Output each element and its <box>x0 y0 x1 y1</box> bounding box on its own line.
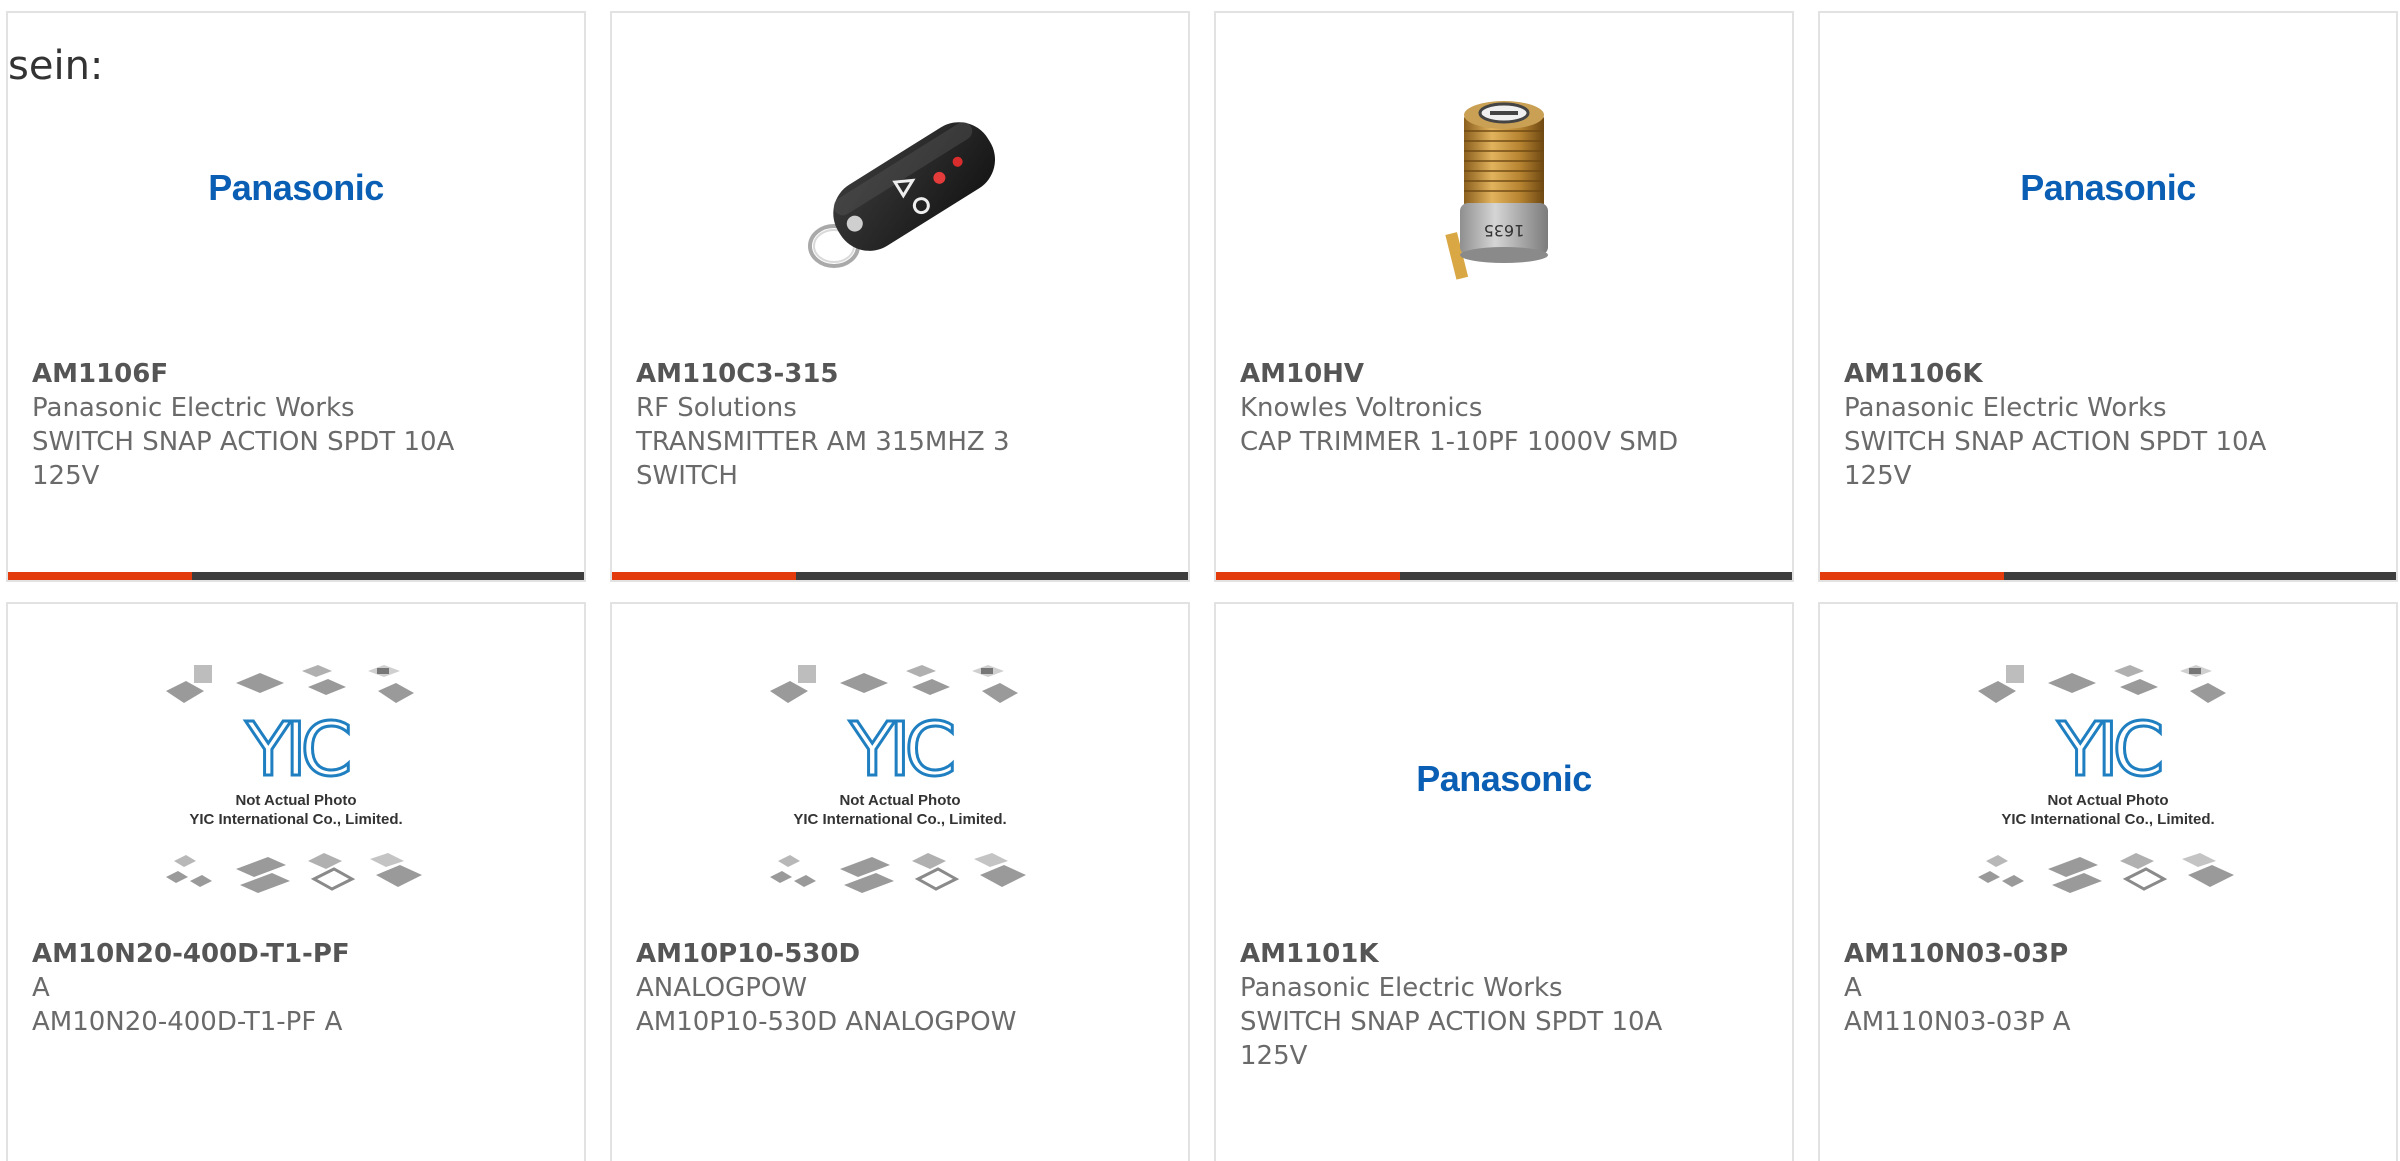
product-description: CAP TRIMMER 1-10PF 1000V SMD <box>1240 427 1679 457</box>
product-manufacturer: ANALOGPOW <box>636 973 808 1003</box>
remote-transmitter-photo <box>808 122 996 268</box>
product-image[interactable]: YIC Not Actual Photo YIC International C… <box>1820 664 2396 894</box>
product-image[interactable] <box>612 73 1188 303</box>
product-card[interactable]: Panasonic AM1101K Panasonic Electric Wor… <box>1214 602 1794 1161</box>
product-image[interactable]: 1635 <box>1216 73 1792 303</box>
chip-icons <box>770 853 1026 893</box>
card-accent-bar <box>8 572 192 580</box>
product-part-number[interactable]: AM110N03-03P <box>1844 937 2284 971</box>
yic-placeholder-image: YIC Not Actual Photo YIC International C… <box>1968 659 2248 899</box>
product-image[interactable]: Panasonic <box>8 73 584 303</box>
yic-logo: YIC <box>2056 707 2166 793</box>
product-manufacturer: Panasonic Electric Works <box>1844 393 2167 423</box>
chip-icons <box>1978 665 2226 703</box>
product-manufacturer: Panasonic Electric Works <box>32 393 355 423</box>
product-part-number[interactable]: AM1101K <box>1240 937 1680 971</box>
card-bottom-bar <box>612 572 1188 580</box>
card-bottom-bar <box>8 572 584 580</box>
card-bottom-bar <box>1216 572 1792 580</box>
yic-placeholder-image: YIC Not Actual Photo YIC International C… <box>760 659 1040 899</box>
product-description: SWITCH SNAP ACTION SPDT 10A 125V <box>1844 427 2267 491</box>
product-image[interactable]: Panasonic <box>1216 664 1792 894</box>
intro-text: sein: <box>8 43 104 89</box>
yic-placeholder-image: YIC Not Actual Photo YIC International C… <box>156 659 436 899</box>
panasonic-logo: Panasonic <box>2020 167 2196 208</box>
card-accent-bar <box>1216 572 1400 580</box>
product-manufacturer: A <box>1844 973 1862 1003</box>
yic-logo: YIC <box>848 707 958 793</box>
product-card[interactable]: YIC Not Actual Photo YIC International C… <box>6 602 586 1161</box>
chip-icons <box>166 853 422 893</box>
product-description: SWITCH SNAP ACTION SPDT 10A 125V <box>32 427 455 491</box>
product-manufacturer: Knowles Voltronics <box>1240 393 1483 423</box>
product-manufacturer: RF Solutions <box>636 393 797 423</box>
product-part-number[interactable]: AM1106F <box>32 357 472 391</box>
card-accent-bar <box>1820 572 2004 580</box>
panasonic-logo: Panasonic <box>1416 758 1592 799</box>
chip-icons <box>770 665 1018 703</box>
panasonic-logo: Panasonic <box>208 167 384 208</box>
product-card[interactable]: YIC Not Actual Photo YIC International C… <box>610 602 1190 1161</box>
product-card[interactable]: YIC Not Actual Photo YIC International C… <box>1818 602 2398 1161</box>
product-description: AM110N03-03P A <box>1844 1007 2071 1037</box>
product-description: AM10N20-400D-T1-PF A <box>32 1007 343 1037</box>
product-part-number[interactable]: AM10P10-530D <box>636 937 1076 971</box>
product-image[interactable]: YIC Not Actual Photo YIC International C… <box>612 664 1188 894</box>
yic-caption: Not Actual Photo YIC International Co., … <box>793 792 1007 828</box>
yic-caption: Not Actual Photo YIC International Co., … <box>2001 792 2215 828</box>
chip-icons <box>1978 853 2234 893</box>
product-manufacturer: Panasonic Electric Works <box>1240 973 1563 1003</box>
product-part-number[interactable]: AM10HV <box>1240 357 1680 391</box>
product-part-number[interactable]: AM1106K <box>1844 357 2284 391</box>
product-image[interactable]: Panasonic <box>1820 73 2396 303</box>
product-description: SWITCH SNAP ACTION SPDT 10A 125V <box>1240 1007 1663 1071</box>
product-manufacturer: A <box>32 973 50 1003</box>
product-image[interactable]: YIC Not Actual Photo YIC International C… <box>8 664 584 894</box>
trimmer-capacitor-photo: 1635 <box>1445 101 1548 280</box>
chip-icons <box>166 665 414 703</box>
yic-logo: YIC <box>244 707 354 793</box>
product-grid-page: sein: Panasonic AM1106F Panasonic Electr… <box>0 0 2400 1161</box>
svg-text:1635: 1635 <box>1484 221 1525 240</box>
product-part-number[interactable]: AM110C3-315 <box>636 357 1076 391</box>
product-card[interactable]: AM110C3-315 RF Solutions TRANSMITTER AM … <box>610 11 1190 582</box>
card-accent-bar <box>612 572 796 580</box>
product-card[interactable]: Panasonic AM1106K Panasonic Electric Wor… <box>1818 11 2398 582</box>
product-card[interactable]: 1635 AM10HV Knowles Voltronics CAP TRIMM… <box>1214 11 1794 582</box>
yic-caption: Not Actual Photo YIC International Co., … <box>189 792 403 828</box>
product-part-number[interactable]: AM10N20-400D-T1-PF <box>32 937 472 971</box>
product-description: TRANSMITTER AM 315MHZ 3 SWITCH <box>636 427 1010 491</box>
product-description: AM10P10-530D ANALOGPOW <box>636 1007 1017 1037</box>
card-bottom-bar <box>1820 572 2396 580</box>
product-card[interactable]: Panasonic AM1106F Panasonic Electric Wor… <box>6 11 586 582</box>
